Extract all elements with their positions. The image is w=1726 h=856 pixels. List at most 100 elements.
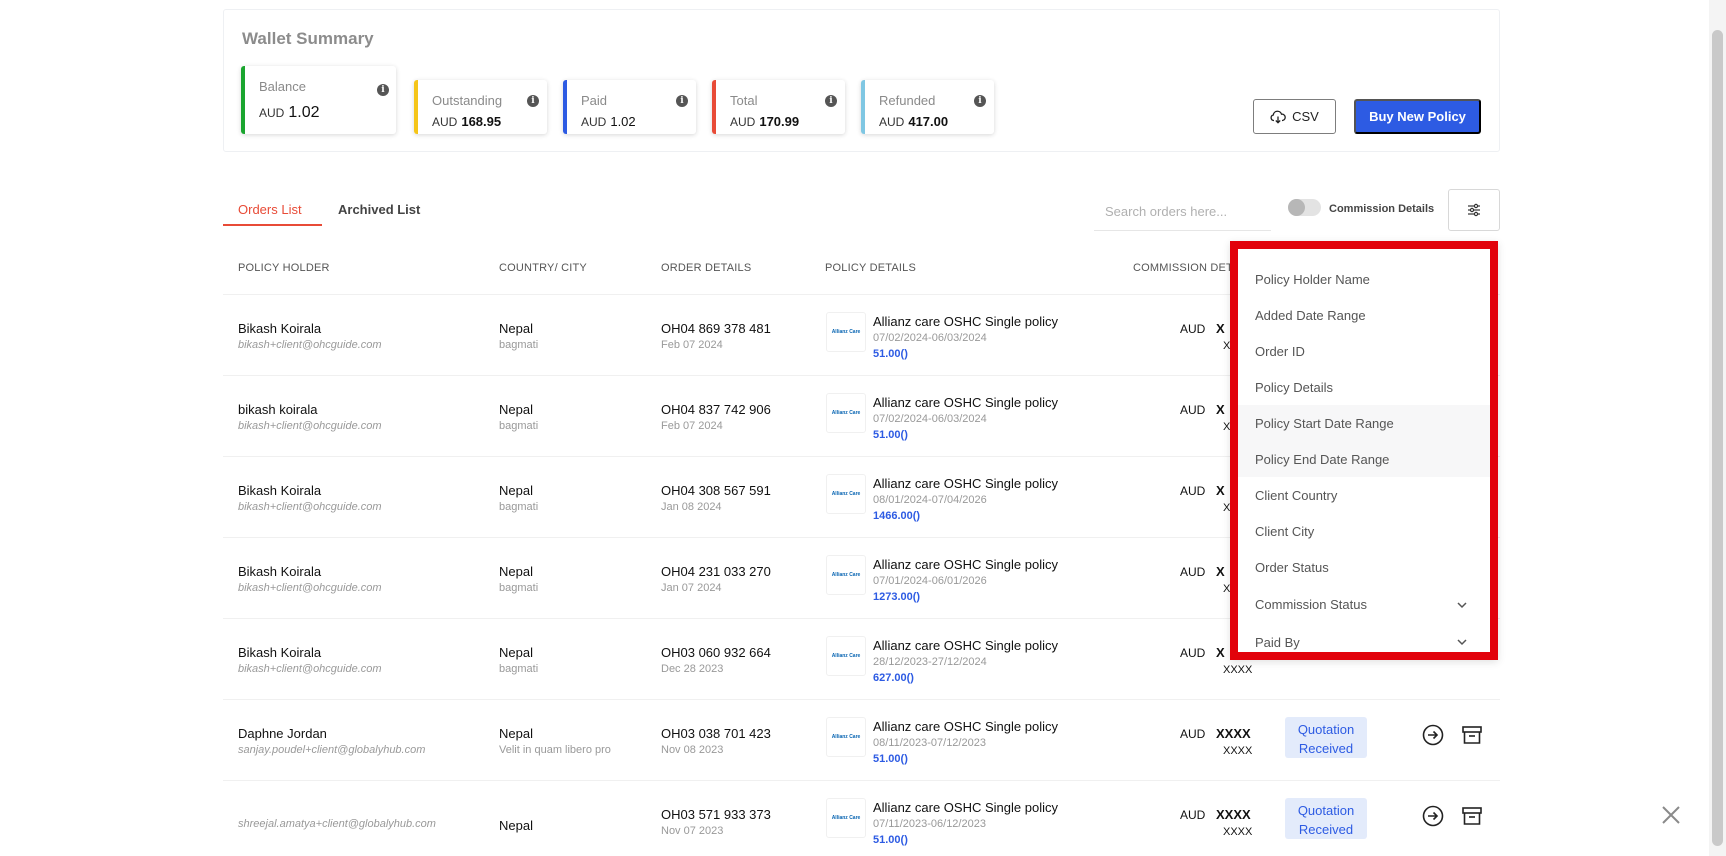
tab-archived-list[interactable]: Archived List <box>338 196 420 217</box>
allianz-logo: Allianz Care <box>826 798 866 838</box>
client-city: Velit in quam libero pro <box>499 744 611 756</box>
refunded-card: Refunded AUD 417.00 i <box>861 80 994 134</box>
order-id[interactable]: OH04 869 378 481 <box>661 321 771 336</box>
outstanding-label: Outstanding <box>432 93 503 108</box>
filter-option-added-date-range[interactable]: Added Date Range <box>1238 297 1490 333</box>
header-order-details: ORDER DETAILS <box>661 262 752 274</box>
policy-holder-name: Bikash Koirala <box>238 321 322 336</box>
filter-option-policy-holder-name[interactable]: Policy Holder Name <box>1238 261 1490 297</box>
filter-option-order-id[interactable]: Order ID <box>1238 333 1490 369</box>
arrow-right-circle-icon[interactable] <box>1422 805 1444 827</box>
order-id[interactable]: OH03 571 933 373 <box>661 807 771 822</box>
order-id[interactable]: OH04 308 567 591 <box>661 483 771 498</box>
policy-dates: 08/11/2023-07/12/2023 <box>873 737 986 749</box>
order-id[interactable]: OH03 038 701 423 <box>661 726 771 741</box>
commission-currency: AUD <box>1180 646 1206 660</box>
client-city: bagmati <box>499 339 539 351</box>
policy-holder-email: bikash+client@ohcguide.com <box>238 582 382 594</box>
tab-orders-list[interactable]: Orders List <box>223 196 322 226</box>
policy-holder-email: bikash+client@ohcguide.com <box>238 420 382 432</box>
scrollbar-thumb[interactable] <box>1712 30 1723 846</box>
policy-price: 51.00() <box>873 348 908 360</box>
filter-option-policy-end-date-range[interactable]: Policy End Date Range <box>1238 441 1490 477</box>
allianz-logo: Allianz Care <box>826 717 866 757</box>
filter-option-label: Added Date Range <box>1255 307 1366 323</box>
filter-option-client-city[interactable]: Client City <box>1238 513 1490 549</box>
header-commission-details: COMMISSION DET <box>1133 262 1233 274</box>
filter-option-policy-details[interactable]: Policy Details <box>1238 369 1490 405</box>
commission-details-toggle[interactable] <box>1288 199 1321 216</box>
client-city: bagmati <box>499 582 539 594</box>
status-badge: Quotation Received <box>1285 798 1367 839</box>
info-icon[interactable]: i <box>825 95 837 107</box>
arrow-right-circle-icon[interactable] <box>1422 724 1444 746</box>
client-country: Nepal <box>499 645 533 660</box>
filter-option-label: Commission Status <box>1255 597 1367 612</box>
buy-new-policy-button[interactable]: Buy New Policy <box>1354 99 1481 134</box>
policy-price: 627.00() <box>873 672 914 684</box>
commission-currency: AUD <box>1180 565 1206 579</box>
allianz-logo: Allianz Care <box>826 312 866 352</box>
order-date: Jan 08 2024 <box>661 501 722 513</box>
commission-amount: X <box>1216 645 1225 660</box>
total-color-bar <box>712 80 716 134</box>
info-icon[interactable]: i <box>527 95 539 107</box>
filter-option-order-status[interactable]: Order Status <box>1238 549 1490 585</box>
row-divider <box>223 699 1500 700</box>
filter-button[interactable] <box>1448 189 1500 231</box>
filter-option-client-country[interactable]: Client Country <box>1238 477 1490 513</box>
commission-currency: AUD <box>1180 403 1206 417</box>
filter-option-commission-status[interactable]: Commission Status <box>1238 587 1490 623</box>
policy-holder-email: shreejal.amatya+client@globalyhub.com <box>238 818 436 830</box>
archive-box-icon[interactable] <box>1461 805 1483 827</box>
allianz-logo: Allianz Care <box>826 474 866 514</box>
filter-option-paid-by[interactable]: Paid By <box>1238 624 1490 660</box>
policy-price: 51.00() <box>873 834 908 846</box>
balance-color-bar <box>241 66 245 134</box>
sliders-icon <box>1468 203 1480 217</box>
policy-holder-name: Daphne Jordan <box>238 726 327 741</box>
order-date: Jan 07 2024 <box>661 582 722 594</box>
close-icon[interactable] <box>1659 803 1683 827</box>
archive-box-icon[interactable] <box>1461 724 1483 746</box>
policy-name: Allianz care OSHC Single policy <box>873 395 1058 410</box>
search-input[interactable] <box>1094 193 1271 231</box>
balance-card: Balance AUD 1.02 i <box>241 66 396 134</box>
filter-option-policy-start-date-range[interactable]: Policy Start Date Range <box>1238 405 1490 441</box>
policy-price: 1466.00() <box>873 510 921 522</box>
commission-amount: X <box>1216 564 1225 579</box>
chevron-down-icon <box>1457 601 1467 608</box>
header-country-city: COUNTRY/ CITY <box>499 262 587 274</box>
refunded-color-bar <box>861 80 865 134</box>
filter-option-label: Paid By <box>1255 634 1300 650</box>
csv-button[interactable]: CSV <box>1253 99 1336 134</box>
order-id[interactable]: OH03 060 932 664 <box>661 645 771 660</box>
paid-card: Paid AUD 1.02 i <box>563 80 696 134</box>
outstanding-card: Outstanding AUD 168.95 i <box>414 80 547 134</box>
client-country: Nepal <box>499 564 533 579</box>
commission-currency: AUD <box>1180 484 1206 498</box>
commission-amount: XXXX <box>1216 726 1251 741</box>
order-id[interactable]: OH04 231 033 270 <box>661 564 771 579</box>
order-id[interactable]: OH04 837 742 906 <box>661 402 771 417</box>
policy-name: Allianz care OSHC Single policy <box>873 314 1058 329</box>
policy-name: Allianz care OSHC Single policy <box>873 557 1058 572</box>
refunded-label: Refunded <box>879 93 936 108</box>
commission-sub-amount: XXXX <box>1223 745 1253 757</box>
allianz-logo: Allianz Care <box>826 555 866 595</box>
policy-dates: 07/02/2024-06/03/2024 <box>873 413 987 425</box>
status-badge: Quotation Received <box>1285 717 1367 758</box>
filter-option-label: Order Status <box>1255 559 1329 575</box>
filter-option-label: Policy End Date Range <box>1255 451 1390 467</box>
policy-price: 51.00() <box>873 753 908 765</box>
filter-option-label: Policy Details <box>1255 379 1334 395</box>
outstanding-color-bar <box>414 80 418 134</box>
client-country: Nepal <box>499 321 533 336</box>
info-icon[interactable]: i <box>676 95 688 107</box>
commission-amount: XXXX <box>1216 807 1251 822</box>
order-date: Feb 07 2024 <box>661 339 723 351</box>
info-icon[interactable]: i <box>377 84 389 96</box>
order-date: Nov 07 2023 <box>661 825 724 837</box>
info-icon[interactable]: i <box>974 95 986 107</box>
wallet-title: Wallet Summary <box>242 29 374 48</box>
